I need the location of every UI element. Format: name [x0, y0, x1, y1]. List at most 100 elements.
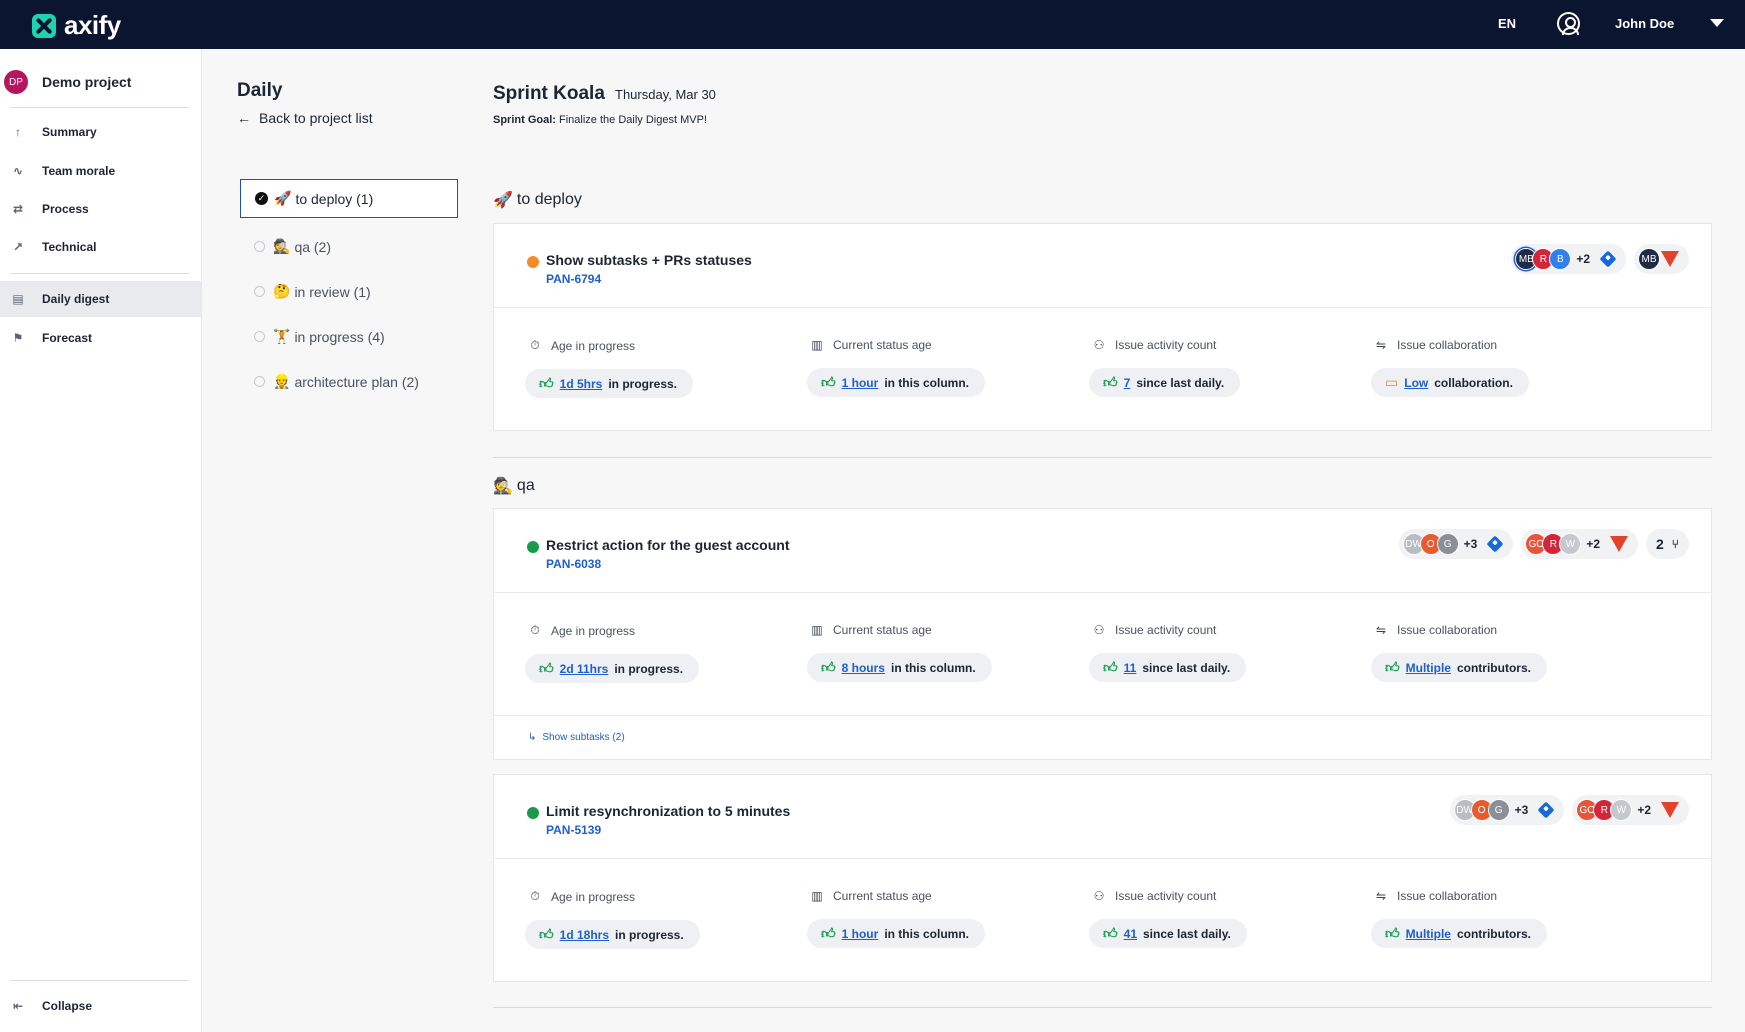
sidebar-item-daily-digest[interactable]: ▤ Daily digest	[0, 281, 202, 317]
back-to-project-list-link[interactable]: ← Back to project list	[237, 110, 373, 126]
avatar: B	[1549, 248, 1572, 270]
thumbs-up-icon: 👍︎	[821, 659, 836, 675]
detective-icon: 🕵️	[273, 238, 291, 254]
sidebar-item-forecast[interactable]: ⚑ Forecast	[0, 320, 202, 356]
metric-label: Current status age	[833, 889, 932, 903]
metric-age-in-progress: ⏱ Age in progress 👍︎ 1d 5hrs in progress.	[525, 338, 694, 398]
sidebar-item-label: Forecast	[42, 331, 93, 345]
issue-metrics: ⏱ Age in progress 👍︎ 2d 11hrs in progress. …	[494, 593, 1711, 715]
thumbs-up-icon: 👍︎	[1103, 659, 1118, 675]
show-subtasks-button[interactable]: ↳ Show subtasks (2)	[494, 715, 1711, 759]
gitlab-reviewers-chip[interactable]: GO R W +2	[1572, 795, 1689, 825]
stopwatch-icon: ⏱	[530, 338, 540, 352]
more-count: +2	[1586, 537, 1600, 551]
section-item-in-review[interactable]: 🤔 in review (1)	[240, 269, 458, 314]
issue-card-header: Show subtasks + PRs statuses PAN-6794 MB…	[494, 224, 1711, 308]
sidebar-item-team-morale[interactable]: ∿ Team morale	[0, 153, 202, 189]
issue-title[interactable]: Show subtasks + PRs statuses	[546, 252, 752, 268]
sidebar-item-summary[interactable]: ↑ Summary	[0, 114, 202, 150]
metric-value-link[interactable]: Multiple	[1406, 661, 1451, 675]
metric-pill: 👍︎ 1d 18hrs in progress.	[525, 920, 700, 949]
sidebar-item-label: Technical	[42, 240, 97, 254]
avatar: G	[1487, 799, 1510, 821]
sidebar-divider	[10, 273, 189, 274]
metric-suffix: contributors.	[1456, 926, 1531, 941]
project-selector[interactable]: DP Demo project	[4, 70, 131, 94]
page-title: Daily	[237, 80, 283, 101]
thumbs-up-icon: 👍︎	[539, 926, 554, 942]
issue-key-link[interactable]: PAN-5139	[546, 823, 601, 837]
radio-icon	[254, 241, 265, 252]
gitlab-reviewers-chip[interactable]: GO R W +2	[1521, 529, 1638, 559]
issue-key-link[interactable]: PAN-6794	[546, 272, 601, 286]
metric-suffix: since last daily.	[1143, 926, 1231, 941]
issue-title[interactable]: Limit resynchronization to 5 minutes	[546, 803, 790, 819]
axify-logo[interactable]: axify	[32, 10, 121, 41]
rocket-icon: 🚀	[493, 192, 513, 209]
jira-assignees-chip[interactable]: DW O G +3	[1449, 795, 1565, 825]
process-icon: ⇄	[12, 202, 24, 216]
metric-pill: 👍︎ Multiple contributors.	[1371, 653, 1547, 682]
metric-value-link[interactable]: 1d 18hrs	[560, 928, 609, 942]
metric-issue-activity-count: ⚇ Issue activity count 👍︎ 11 since last dai…	[1089, 623, 1247, 682]
metric-value-link[interactable]: 11	[1124, 661, 1137, 675]
issue-key-link[interactable]: PAN-6038	[546, 557, 601, 571]
metric-pill: 👍︎ 11 since last daily.	[1089, 653, 1247, 682]
arrow-left-icon: ←	[237, 110, 251, 126]
rocket-icon: 🚀	[274, 190, 292, 206]
metric-value-link[interactable]: Multiple	[1406, 927, 1451, 941]
sidebar-item-process[interactable]: ⇄ Process	[0, 191, 202, 227]
collapse-label: Collapse	[42, 999, 93, 1013]
jira-assignees-chip[interactable]: MB R B +2	[1511, 244, 1626, 274]
section-item-to-deploy[interactable]: ✓ 🚀 to deploy (1)	[240, 179, 458, 218]
sidebar-item-label: Team morale	[42, 164, 116, 178]
issue-card-header: Restrict action for the guest account PA…	[494, 509, 1711, 593]
issue-card[interactable]: Limit resynchronization to 5 minutes PAN…	[493, 774, 1712, 982]
issue-card[interactable]: Show subtasks + PRs statuses PAN-6794 MB…	[493, 223, 1712, 431]
issue-card[interactable]: Restrict action for the guest account PA…	[493, 508, 1712, 760]
section-item-in-progress[interactable]: 🏋️ in progress (4)	[240, 314, 458, 359]
construction-worker-icon: 👷	[273, 373, 291, 389]
metric-value-link[interactable]: 41	[1124, 927, 1137, 941]
collapse-icon: ⇤	[12, 999, 24, 1013]
chevron-down-icon[interactable]	[1710, 19, 1724, 27]
sidebar-divider	[10, 980, 189, 981]
metric-label: Issue collaboration	[1397, 338, 1498, 352]
detective-icon: 🕵️	[493, 478, 513, 495]
group-divider	[493, 457, 1712, 458]
user-name[interactable]: John Doe	[1615, 16, 1674, 31]
metric-value-link[interactable]: Low	[1404, 376, 1428, 390]
metric-pill: 👍︎ 1 hour in this column.	[807, 919, 985, 948]
metric-value-link[interactable]: 7	[1124, 376, 1131, 390]
thumbs-up-icon: 👍︎	[821, 925, 836, 941]
jira-assignees-chip[interactable]: DW O G +3	[1398, 529, 1514, 559]
metric-age-in-progress: ⏱ Age in progress 👍︎ 2d 11hrs in progress.	[525, 623, 700, 683]
metric-value-link[interactable]: 1 hour	[842, 927, 879, 941]
language-selector[interactable]: EN	[1498, 16, 1516, 31]
metric-value-link[interactable]: 8 hours	[842, 661, 885, 675]
metric-value-link[interactable]: 2d 11hrs	[560, 662, 609, 676]
user-avatar-icon[interactable]	[1557, 12, 1580, 35]
metric-value-link[interactable]: 1 hour	[842, 376, 879, 390]
sidebar-item-technical[interactable]: ↗ Technical	[0, 229, 202, 265]
gitlab-reviewers-chip[interactable]: MB	[1634, 244, 1689, 274]
daily-digest-icon: ▤	[12, 292, 24, 306]
sprint-goal-label: Sprint Goal:	[493, 114, 556, 126]
avatar: G	[1436, 533, 1459, 555]
back-label: Back to project list	[259, 110, 373, 126]
project-avatar: DP	[4, 70, 28, 94]
section-label: to deploy (1)	[295, 190, 374, 207]
branches-chip[interactable]: 2 ⑂	[1646, 529, 1689, 559]
metric-label: Age in progress	[551, 338, 636, 353]
status-dot	[527, 541, 539, 553]
metric-value-link[interactable]: 1d 5hrs	[560, 377, 603, 391]
section-label: qa (2)	[294, 238, 332, 255]
metric-issue-activity-count: ⚇ Issue activity count 👍︎ 7 since last dail…	[1089, 338, 1241, 397]
issue-title[interactable]: Restrict action for the guest account	[546, 537, 789, 553]
metric-issue-collaboration: ⇋ Issue collaboration ▭ Low collaboration.	[1371, 338, 1529, 397]
jira-icon	[1537, 801, 1555, 819]
flag-icon: ⚑	[12, 331, 24, 345]
collapse-button[interactable]: ⇤ Collapse	[0, 988, 202, 1024]
section-item-architecture-plan[interactable]: 👷 architecture plan (2)	[240, 359, 458, 404]
section-item-qa[interactable]: 🕵️ qa (2)	[240, 224, 458, 269]
